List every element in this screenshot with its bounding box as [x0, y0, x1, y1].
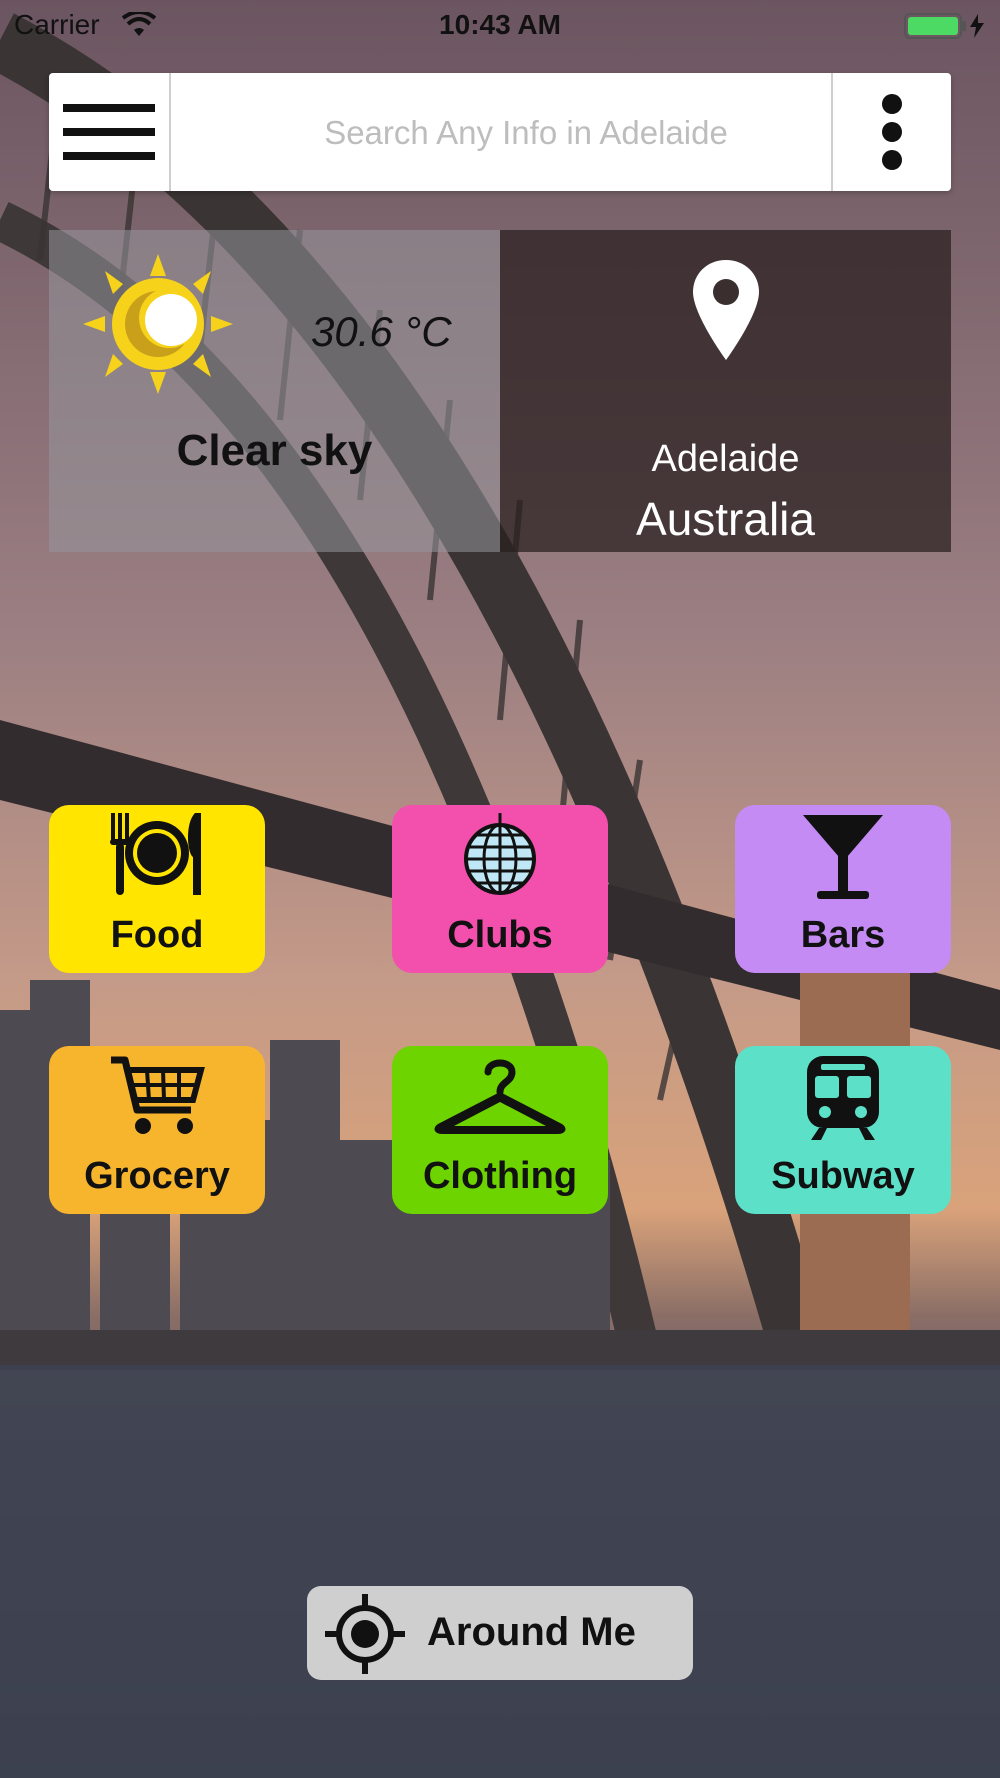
crosshair-icon [325, 1594, 405, 1679]
location-card[interactable]: Adelaide Australia [500, 230, 951, 552]
vertical-dots-icon [882, 94, 902, 170]
disco-ball-icon [392, 813, 608, 897]
hanger-icon [392, 1054, 608, 1138]
temperature-value: 30.6 °C [311, 308, 452, 355]
category-bars-button[interactable]: Bars [735, 805, 951, 973]
status-bar: Carrier 10:43 AM [0, 0, 1000, 50]
weather-card[interactable]: 30.6 °C Clear sky [49, 230, 500, 552]
sun-moon-icon [83, 254, 233, 399]
country-name: Australia [636, 493, 815, 545]
more-options-button[interactable] [831, 73, 951, 191]
category-grocery-button[interactable]: Grocery [49, 1046, 265, 1214]
train-icon [735, 1054, 951, 1142]
category-label: Food [110, 914, 204, 956]
category-clubs-button[interactable]: Clubs [392, 805, 608, 973]
hamburger-icon [63, 104, 155, 160]
search-bar [49, 73, 951, 193]
battery-icon [904, 12, 988, 45]
around-me-label: Around Me [427, 1610, 636, 1654]
around-me-button[interactable]: Around Me [307, 1586, 693, 1680]
category-subway-button[interactable]: Subway [735, 1046, 951, 1214]
weather-description: Clear sky [176, 426, 373, 475]
category-clothing-button[interactable]: Clothing [392, 1046, 608, 1214]
category-label: Bars [800, 914, 886, 956]
map-pin-icon [693, 260, 759, 365]
search-input[interactable] [171, 73, 881, 193]
clock-time: 10:43 AM [439, 9, 561, 40]
category-label: Clubs [447, 914, 553, 956]
category-label: Subway [771, 1155, 915, 1197]
hamburger-menu-button[interactable] [49, 73, 171, 191]
cocktail-glass-icon [735, 813, 951, 901]
city-name: Adelaide [651, 438, 800, 480]
category-food-button[interactable]: Food [49, 805, 265, 973]
category-label: Clothing [422, 1155, 578, 1197]
category-label: Grocery [84, 1155, 230, 1197]
shopping-cart-icon [49, 1054, 265, 1138]
food-plate-icon [49, 813, 265, 897]
